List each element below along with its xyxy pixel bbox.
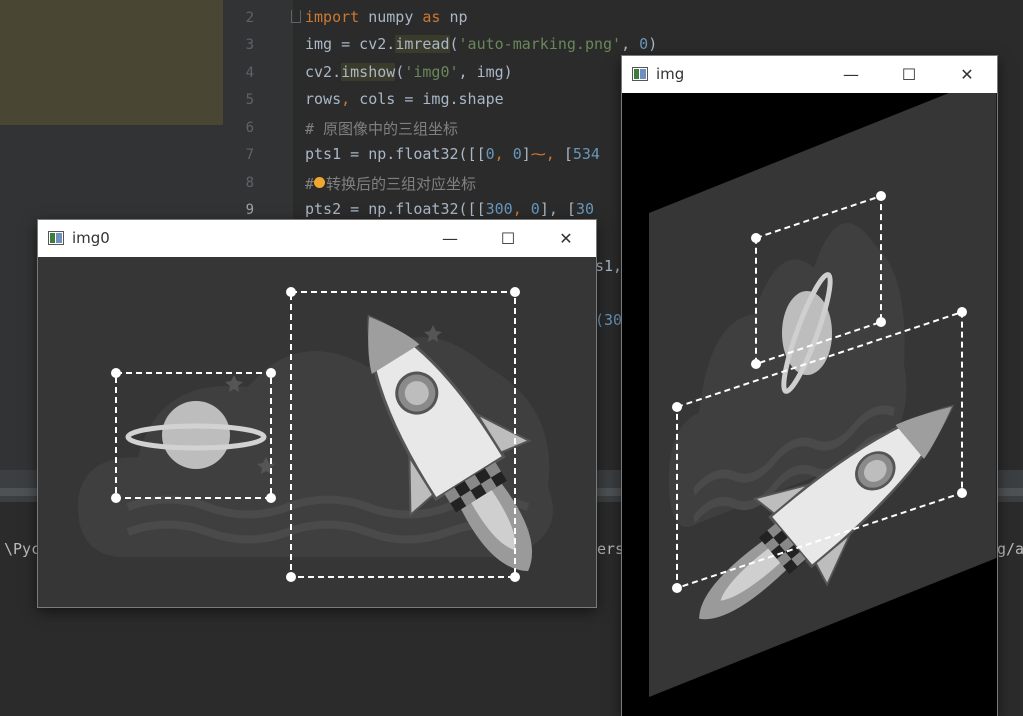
number-literal: 0 [530, 200, 540, 218]
close-button[interactable]: ✕ [538, 220, 594, 257]
code-text: , [621, 35, 640, 53]
keyword: as [422, 8, 441, 26]
code-text: , img) [458, 63, 513, 81]
marker-handle[interactable] [510, 287, 520, 297]
code-line-3: img = cv2.imread('auto-marking.png', 0) [305, 35, 657, 53]
marker-handle[interactable] [876, 191, 886, 201]
comment-text: # [305, 175, 315, 193]
number-literal: 30 [575, 200, 594, 218]
number-literal: 0 [512, 145, 522, 163]
code-text: imread [395, 35, 450, 53]
code-text: ( [395, 63, 405, 81]
window-img0[interactable]: img0 — ☐ ✕ [38, 220, 596, 607]
code-text: ] [521, 145, 531, 163]
line-number: 7 [245, 147, 254, 163]
code-text: numpy [359, 8, 423, 26]
window-title: img0 [72, 229, 110, 247]
marker-handle[interactable] [672, 583, 682, 593]
code-fragment: s1, [595, 257, 622, 275]
string-literal: 'img0' [404, 63, 459, 81]
number-literal: 0 [485, 145, 495, 163]
planet-body [162, 401, 230, 469]
marker-handle[interactable] [672, 402, 682, 412]
image-app-icon [632, 67, 648, 81]
fold-marker-icon[interactable] [291, 10, 301, 23]
marker-handle[interactable] [266, 493, 276, 503]
line-number: 4 [245, 65, 254, 81]
code-text: img = cv2. [305, 35, 396, 53]
code-text: pts2 = np.float32([[ [305, 200, 486, 218]
minimize-button[interactable]: — [422, 220, 478, 257]
code-text: , [512, 200, 531, 218]
console-path-text: \Pyc [4, 540, 41, 558]
code-text: pts1 = np.float32([[ [305, 145, 486, 163]
line-number-current: 9 [245, 202, 254, 218]
marker-handle[interactable] [957, 488, 967, 498]
code-text: rows [305, 90, 342, 108]
line-number: 5 [245, 92, 254, 108]
maximize-button[interactable]: ☐ [480, 220, 536, 257]
line-number: 6 [245, 120, 254, 136]
code-line-2: import numpy as np [305, 8, 468, 26]
marker-handle[interactable] [286, 287, 296, 297]
number-literal: 300 [485, 200, 513, 218]
code-line-6: # 原图像中的三组坐标 [305, 120, 459, 138]
code-text: ( [449, 35, 459, 53]
lightbulb-icon[interactable] [314, 177, 325, 188]
code-line-5: rows, cols = img.shape [305, 90, 504, 108]
code-line-4: cv2.imshow('img0', img) [305, 63, 513, 81]
warped-image-canvas[interactable] [622, 93, 997, 716]
maximize-button[interactable]: ☐ [881, 56, 937, 93]
number-literal: 0 [639, 35, 649, 53]
window-img[interactable]: img — ☐ ✕ [622, 56, 997, 716]
code-line-8: # 转换后的三组对应坐标 [305, 173, 476, 194]
code-text: , [341, 90, 360, 108]
code-text: , [494, 145, 513, 163]
code-text: ) [648, 35, 658, 53]
string-literal: 'auto-marking.png' [458, 35, 622, 53]
marker-handle[interactable] [876, 317, 886, 327]
minimize-button[interactable]: — [823, 56, 879, 93]
line-number: 2 [245, 10, 254, 26]
number-literal: 534 [572, 145, 600, 163]
console-path-text: g/a [997, 540, 1023, 558]
comment-text: 转换后的三组对应坐标 [326, 175, 477, 193]
keyword: import [305, 8, 360, 26]
code-text: cv2. [305, 63, 342, 81]
marker-handle[interactable] [286, 572, 296, 582]
marker-handle[interactable] [751, 233, 761, 243]
number-literal: (30 [595, 311, 623, 329]
marker-handle[interactable] [111, 368, 121, 378]
image-app-icon [48, 231, 64, 245]
code-text: cols = img.shape [359, 90, 504, 108]
marker-handle[interactable] [957, 307, 967, 317]
code-text: imshow [341, 63, 396, 81]
window-titlebar[interactable]: img — ☐ ✕ [622, 56, 997, 93]
code-text: s1, [595, 257, 623, 275]
line-number: 3 [245, 37, 254, 53]
code-fragment: (30 [595, 311, 622, 329]
code-text: ], [ [539, 200, 576, 218]
code-text: np [440, 8, 468, 26]
code-text: ⁓, [530, 145, 555, 163]
code-text: [ [554, 145, 573, 163]
marker-handle[interactable] [111, 493, 121, 503]
image-canvas[interactable] [38, 257, 596, 607]
marker-handle[interactable] [510, 572, 520, 582]
window-title: img [656, 65, 685, 83]
code-line-9: pts2 = np.float32([[300, 0], [30 [305, 200, 594, 218]
line-number: 8 [245, 175, 254, 191]
marker-handle[interactable] [751, 359, 761, 369]
marker-handle[interactable] [266, 368, 276, 378]
console-path-text: ers [597, 540, 625, 558]
code-line-7: pts1 = np.float32([[0, 0]⁓, [534 [305, 145, 600, 163]
close-button[interactable]: ✕ [939, 56, 995, 93]
project-panel-header [0, 0, 223, 125]
window-titlebar[interactable]: img0 — ☐ ✕ [38, 220, 596, 257]
